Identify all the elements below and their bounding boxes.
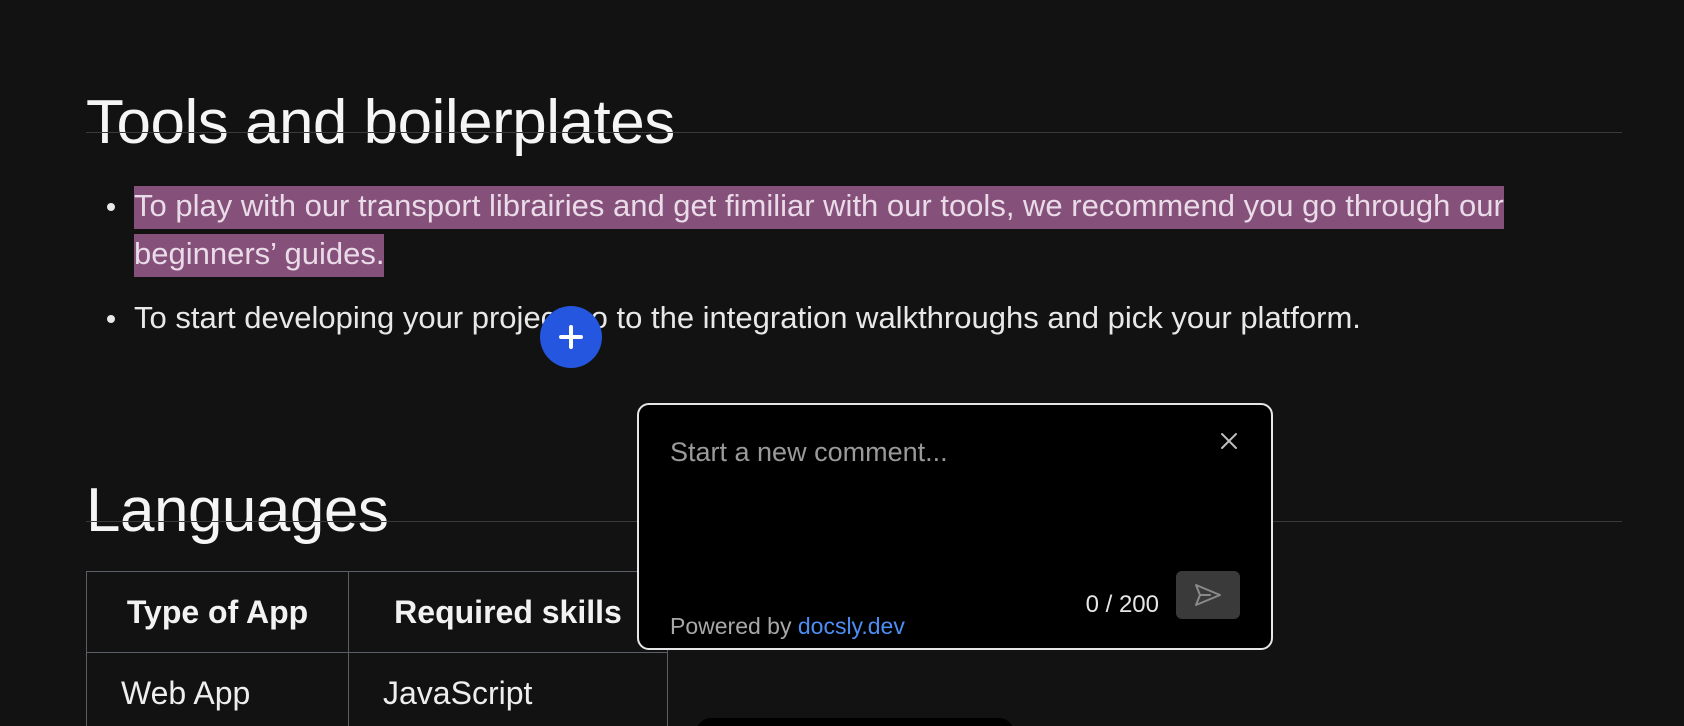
close-icon [1221,433,1237,449]
table-header-row: Type of App Required skills [86,571,668,653]
table-cell: JavaScript [348,652,668,726]
list-item: To play with our transport librairies an… [86,182,1626,278]
comment-popup: Powered by docsly.dev 0 / 200 [637,403,1273,650]
highlighted-text[interactable]: To play with our transport librairies an… [134,186,1504,277]
character-counter: 0 / 200 [1085,591,1159,618]
add-comment-button[interactable] [540,306,602,368]
comment-input[interactable] [670,435,1190,469]
table-row: Web App JavaScript [86,652,668,726]
section-title-tools: Tools and boilerplates [86,87,675,157]
partially-hidden-element [696,718,1014,726]
bullet-list: To play with our transport librairies an… [86,182,1626,342]
send-icon [1195,584,1221,606]
table-header-cell: Type of App [86,571,349,653]
send-button[interactable] [1176,571,1240,619]
table-header-cell: Required skills [348,571,668,653]
close-button[interactable] [1213,425,1245,457]
documentation-page: Tools and boilerplates To play with our … [0,0,1684,726]
languages-table: Type of App Required skills Web App Java… [86,571,668,726]
powered-by: Powered by docsly.dev [670,613,905,640]
list-item-text: To start developing your project go to t… [134,300,1361,335]
plus-icon [559,325,583,349]
bullet-dot [107,203,115,211]
section-divider [86,132,1622,133]
section-title-languages: Languages [86,475,389,545]
powered-by-label: Powered by [670,613,792,639]
docsly-link[interactable]: docsly.dev [798,613,905,639]
list-item: To start developing your project go to t… [86,294,1626,342]
bullet-dot [107,315,115,323]
table-cell: Web App [86,652,349,726]
